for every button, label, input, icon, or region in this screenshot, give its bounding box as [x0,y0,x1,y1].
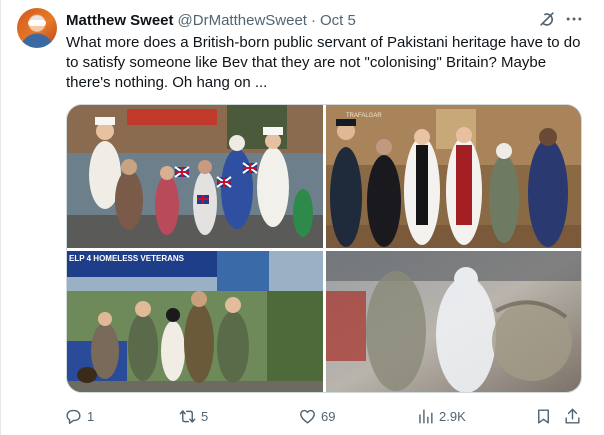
tweet-media-grid[interactable]: TRAFALGAR ELP 4 HOMELESS VETERANS [66,104,582,393]
reply-count: 1 [87,408,95,424]
share-icon [565,408,580,424]
tweet-timestamp[interactable]: Oct 5 [320,12,356,29]
photo-3-banner: ELP 4 HOMELESS VETERANS [69,254,185,263]
heart-icon [300,409,315,424]
author-avatar[interactable] [17,8,57,48]
photo-2-banner: TRAFALGAR [346,113,382,119]
author-handle[interactable]: @DrMatthewSweet [178,12,307,29]
tweet-header: Matthew Sweet @DrMatthewSweet · Oct 5 [66,10,356,30]
tweet-actions: 1 5 69 2.9K [60,404,590,428]
photo-statue-composite[interactable] [326,251,581,392]
like-count: 69 [321,408,336,424]
photo-street-flags[interactable] [67,105,323,248]
retweet-count: 5 [201,408,209,424]
share-button[interactable] [563,404,582,428]
bookmark-button[interactable] [534,404,553,428]
author-display-name[interactable]: Matthew Sweet [66,12,174,29]
retweet-button[interactable]: 5 [178,404,208,428]
grok-icon[interactable] [537,9,557,29]
retweet-icon [179,409,196,423]
views-icon [419,408,433,424]
view-count: 2.9K [439,408,466,424]
tweet-text: What more does a British-born public ser… [66,34,581,91]
bookmark-icon [538,408,549,424]
reply-button[interactable]: 1 [64,404,94,428]
header-separator: · [310,11,316,29]
photo-church-group[interactable]: TRAFALGAR [326,105,581,248]
timeline-border [0,0,1,435]
reply-icon [66,409,81,424]
like-button[interactable]: 69 [298,404,335,428]
photo-veterans-stand[interactable]: ELP 4 HOMELESS VETERANS [67,251,323,392]
more-icon[interactable] [564,9,584,29]
views-button[interactable]: 2.9K [416,404,466,428]
